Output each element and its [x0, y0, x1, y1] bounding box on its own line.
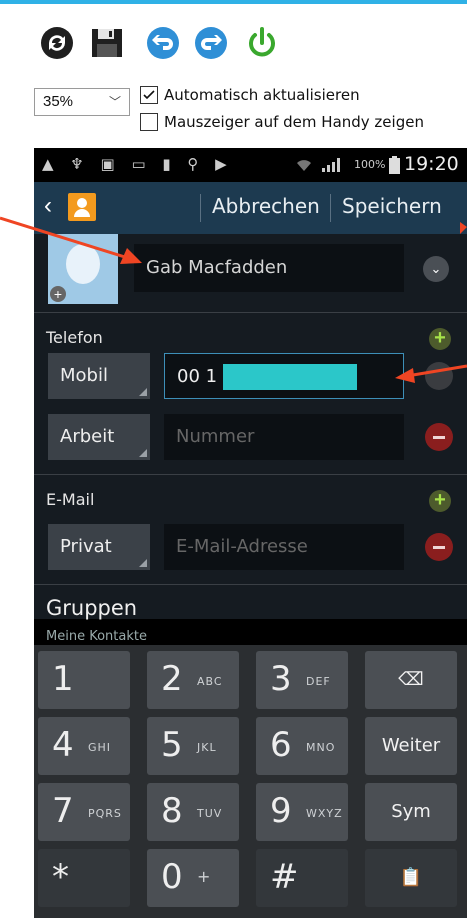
- add-email-plus-icon[interactable]: +: [429, 490, 451, 512]
- signal-icon: [322, 158, 340, 172]
- key-9[interactable]: 9 WXYZ: [256, 783, 348, 841]
- phone-number-field[interactable]: 00 1: [164, 353, 404, 399]
- save-icon[interactable]: [90, 26, 124, 60]
- zoom-value: 35%: [43, 93, 74, 110]
- redo-icon[interactable]: [194, 26, 228, 60]
- status-icons: ▲ ♆ ▣ ▭ ▮ ⚲ ▶: [42, 155, 233, 173]
- divider: [34, 474, 467, 475]
- email-field[interactable]: E-Mail-Adresse: [164, 524, 404, 570]
- remove-work-phone-icon[interactable]: [425, 423, 453, 451]
- divider: [34, 584, 467, 585]
- phone-type-arbeit[interactable]: Arbeit: [48, 414, 150, 460]
- separator: [200, 194, 201, 222]
- redaction-block: [223, 364, 358, 390]
- add-photo-icon: +: [50, 286, 66, 302]
- key-star[interactable]: *: [38, 849, 130, 907]
- email-section-title: E-Mail: [46, 490, 95, 509]
- backspace-icon: ⌫: [398, 669, 424, 690]
- key-2[interactable]: 2 ABC: [147, 651, 239, 709]
- work-number-field[interactable]: Nummer: [164, 414, 404, 460]
- clipboard-key[interactable]: 📋: [365, 849, 457, 907]
- key-5[interactable]: 5 JKL: [147, 717, 239, 775]
- battery-icon: [389, 156, 400, 174]
- email-type-privat[interactable]: Privat: [48, 524, 150, 570]
- groups-value: Meine Kontakte: [46, 629, 147, 644]
- name-field[interactable]: Gab Macfadden: [134, 244, 404, 292]
- remove-email-icon[interactable]: [425, 533, 453, 561]
- key-3[interactable]: 3 DEF: [256, 651, 348, 709]
- clipboard-icon: 📋: [399, 867, 423, 888]
- key-7[interactable]: 7 PQRS: [38, 783, 130, 841]
- phone-number-value: 00 1: [177, 366, 218, 387]
- key-hash[interactable]: #: [256, 849, 348, 907]
- key-8[interactable]: 8 TUV: [147, 783, 239, 841]
- battery-percent: 100%: [354, 158, 386, 171]
- wifi-icon: [297, 160, 311, 171]
- phone-type-mobil[interactable]: Mobil: [48, 353, 150, 399]
- annotation-arrow-fragment: [460, 222, 467, 234]
- key-1[interactable]: 1: [38, 651, 130, 709]
- power-icon[interactable]: [245, 26, 279, 60]
- refresh-icon[interactable]: [40, 26, 74, 60]
- contact-edit-form: + Gab Macfadden ⌄ Telefon + Mobil 00 1 A…: [34, 234, 467, 644]
- show-pointer-label: Mauszeiger auf dem Handy zeigen: [164, 113, 424, 131]
- show-pointer-checkbox[interactable]: [140, 113, 158, 131]
- next-key[interactable]: Weiter: [365, 717, 457, 775]
- checkmark-icon: [143, 90, 155, 100]
- annotation-arrow-name: [0, 216, 142, 264]
- save-button[interactable]: Speichern: [342, 194, 442, 218]
- symbol-key[interactable]: Sym: [365, 783, 457, 841]
- undo-icon[interactable]: [146, 26, 180, 60]
- window-top-border: [0, 0, 467, 4]
- key-4[interactable]: 4 GHI: [38, 717, 130, 775]
- annotation-arrow-number: [395, 364, 467, 383]
- auto-refresh-label: Automatisch aktualisieren: [164, 86, 360, 104]
- backspace-key[interactable]: ⌫: [365, 651, 457, 709]
- zoom-select[interactable]: 35% ﹀: [34, 88, 130, 116]
- expand-name-chevron-icon[interactable]: ⌄: [423, 256, 449, 282]
- key-0[interactable]: 0 +: [147, 849, 239, 907]
- separator: [330, 194, 331, 222]
- status-bar: ▲ ♆ ▣ ▭ ▮ ⚲ ▶ 100% 19:20: [34, 148, 467, 182]
- key-6[interactable]: 6 MNO: [256, 717, 348, 775]
- auto-refresh-checkbox[interactable]: [140, 86, 158, 104]
- clock: 19:20: [404, 153, 459, 175]
- numeric-keyboard: 1 2 ABC 3 DEF ⌫ 4 GHI 5 JKL 6 MNO Weiter 7 PQR…: [34, 645, 467, 918]
- chevron-down-icon: ﹀: [108, 95, 121, 109]
- phone-section-title: Telefon: [46, 328, 103, 347]
- add-phone-plus-icon[interactable]: +: [429, 328, 451, 350]
- groups-title[interactable]: Gruppen: [46, 596, 137, 620]
- cancel-button[interactable]: Abbrechen: [212, 194, 320, 218]
- divider: [34, 312, 467, 313]
